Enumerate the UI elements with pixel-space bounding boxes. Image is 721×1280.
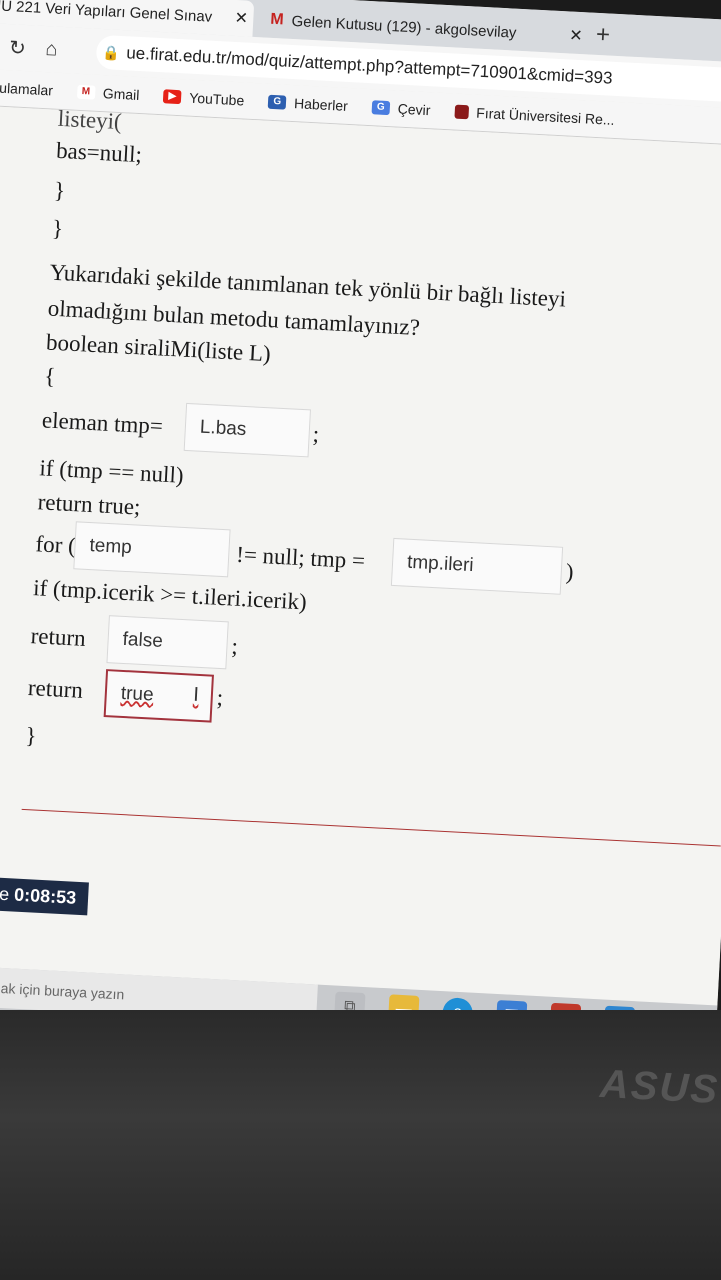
timer-value: 0:08:53 [13,884,77,908]
lock-icon: 🔒 [102,43,121,61]
code-line: { [43,363,57,389]
firat-icon [453,104,469,120]
code-line: return [27,675,84,703]
code-line: != null; tmp = [235,541,366,574]
answer-field-for-cond[interactable]: temp [73,521,231,578]
monitor-screen: BMU 221 Veri Yapıları Genel Sınav ✕ M Ge… [0,0,721,1101]
answer-field-tmp-init[interactable]: L.bas [183,402,311,458]
divider [21,808,721,847]
tab-title: BMU 221 Veri Yapıları Genel Sınav [0,0,213,26]
code-line: if (tmp.icerik >= t.ileri.icerik) [32,575,308,615]
code-line: bas=null; [55,137,143,168]
answer-value: tmp.ileri [406,551,475,577]
bookmark-gmail[interactable]: M Gmail [76,84,140,104]
answer-field-for-step[interactable]: tmp.ileri [390,537,564,595]
gmail-icon: M [269,10,285,29]
close-icon[interactable]: ✕ [563,25,588,46]
quiz-content: listeyi( bas=null; } } Yukarıdaki şekild… [0,104,721,1006]
youtube-icon: ▶ [162,89,182,105]
code-line: return true; [37,489,142,520]
tab-title: Gelen Kutusu (129) - akgolsevilay [291,12,517,42]
code-line: ; [216,684,224,711]
code-line: listeyi( [57,105,123,135]
code-line: } [24,722,38,749]
news-icon: G [267,94,287,110]
bookmark-apps[interactable]: Uygulamalar [0,78,53,98]
brand-logo: ASUS [598,1061,721,1113]
code-line: } [51,215,64,242]
bookmark-label: YouTube [188,89,245,109]
bookmark-label: Fırat Üniversitesi Re... [475,104,616,128]
code-line: ; [312,421,320,447]
code-line: if (tmp == null) [38,455,185,488]
code-line: ) [565,559,575,585]
laptop-bezel [0,1010,721,1280]
bookmark-label: Haberler [293,95,349,114]
timer-label: süre [0,882,10,905]
answer-field-return-inner[interactable]: false [106,615,229,670]
gmail-icon: M [76,84,96,100]
bookmark-news[interactable]: G Haberler [267,94,349,114]
code-line: } [53,177,66,204]
search-placeholder: Aramak için buraya yazın [0,978,125,1003]
home-icon[interactable]: ⌂ [34,37,69,62]
method-signature: boolean siraliMi(liste L) [45,329,272,367]
new-tab-icon[interactable]: + [595,21,610,50]
bookmark-label: Uygulamalar [0,78,54,99]
answer-value: temp [89,535,133,559]
bookmark-translate[interactable]: G Çevir [371,99,431,119]
answer-value: true [120,682,155,706]
bookmark-firat[interactable]: Fırat Üniversitesi Re... [453,104,616,128]
text-cursor-icon: I [192,683,200,706]
bookmark-label: Çevir [397,100,431,119]
close-icon[interactable]: ✕ [229,8,254,29]
answer-value: L.bas [199,416,247,441]
code-line: ; [230,633,239,659]
code-line: return [30,623,87,651]
quiz-timer: süre 0:08:53 [0,875,90,916]
reload-icon[interactable]: ↻ [0,34,35,61]
code-line: eleman tmp= [41,407,164,439]
bookmark-label: Gmail [102,85,140,104]
answer-field-return-final[interactable]: true I [103,669,214,723]
bookmark-youtube[interactable]: ▶ YouTube [162,88,245,109]
code-line: for ( [34,531,77,559]
answer-value: false [122,628,164,652]
translate-icon: G [371,100,391,116]
